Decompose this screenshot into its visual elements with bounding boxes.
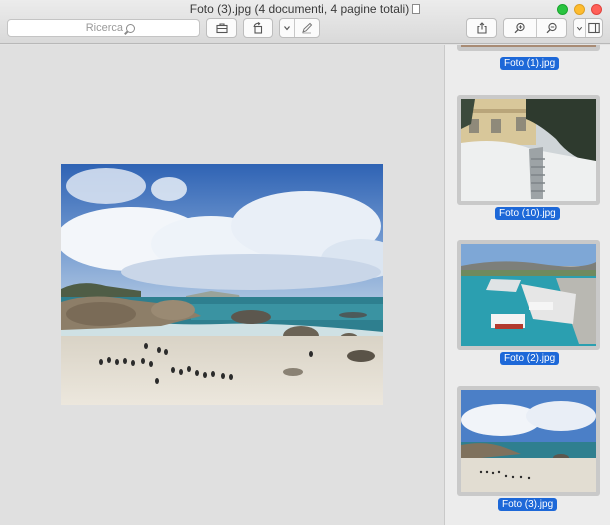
markup-menu-button[interactable] [280, 19, 294, 37]
sidebar-toggle-icon [588, 22, 600, 34]
thumbnail-image [461, 99, 596, 201]
sidebar-toggle-button[interactable] [585, 19, 602, 37]
thumbnail-label[interactable]: Foto (2).jpg [500, 352, 560, 365]
zoom-out-button[interactable] [536, 19, 566, 37]
rotate-button[interactable] [243, 18, 273, 38]
markup-button[interactable] [294, 19, 319, 37]
beach-photo [61, 164, 383, 405]
view-menu-button[interactable] [574, 19, 585, 37]
toolbox-button[interactable] [206, 18, 237, 38]
search-icon [126, 23, 135, 33]
sidebar-toggle-group [573, 18, 603, 38]
rotate-icon [253, 22, 263, 34]
document-icon [412, 4, 421, 14]
chevron-down-icon [576, 26, 583, 31]
thumbnail-image [461, 244, 596, 346]
share-button[interactable] [466, 18, 497, 38]
thumbnail-image [461, 45, 596, 47]
thumbnail-foto-1[interactable] [457, 45, 600, 51]
zoom-in-icon [514, 22, 525, 34]
window-title: Foto (3).jpg (4 documenti, 4 pagine tota… [0, 2, 610, 16]
thumbnail-image [461, 390, 596, 492]
share-icon [476, 22, 487, 34]
toolbox-icon [215, 23, 228, 34]
search-input[interactable]: Ricerca [7, 19, 200, 37]
zoom-window-button[interactable] [557, 4, 568, 15]
close-window-button[interactable] [591, 4, 602, 15]
minimize-window-button[interactable] [574, 4, 585, 15]
document-canvas [0, 45, 444, 525]
toolbar: Foto (3).jpg (4 documenti, 4 pagine tota… [0, 0, 610, 44]
thumbnail-label[interactable]: Foto (10).jpg [495, 207, 560, 220]
window-title-text: Foto (3).jpg (4 documenti, 4 pagine tota… [189, 2, 410, 16]
markup-button-group [279, 18, 320, 38]
thumbnail-sidebar: Foto (1).jpg Foto (10).jpg Foto (2).jpg … [444, 45, 610, 525]
thumbnail-label[interactable]: Foto (3).jpg [498, 498, 558, 511]
search-placeholder: Ricerca [85, 22, 123, 34]
main-image-beach-penguins [61, 164, 383, 405]
zoom-in-button[interactable] [504, 19, 536, 37]
thumbnail-foto-3[interactable] [457, 386, 600, 496]
window-controls [557, 4, 602, 15]
zoom-button-group [503, 18, 567, 38]
thumbnail-label[interactable]: Foto (1).jpg [500, 57, 560, 70]
zoom-out-icon [546, 22, 557, 34]
markup-pen-icon [302, 22, 313, 34]
thumbnail-foto-10[interactable] [457, 95, 600, 205]
chevron-down-icon [284, 26, 290, 31]
thumbnail-foto-2[interactable] [457, 240, 600, 350]
